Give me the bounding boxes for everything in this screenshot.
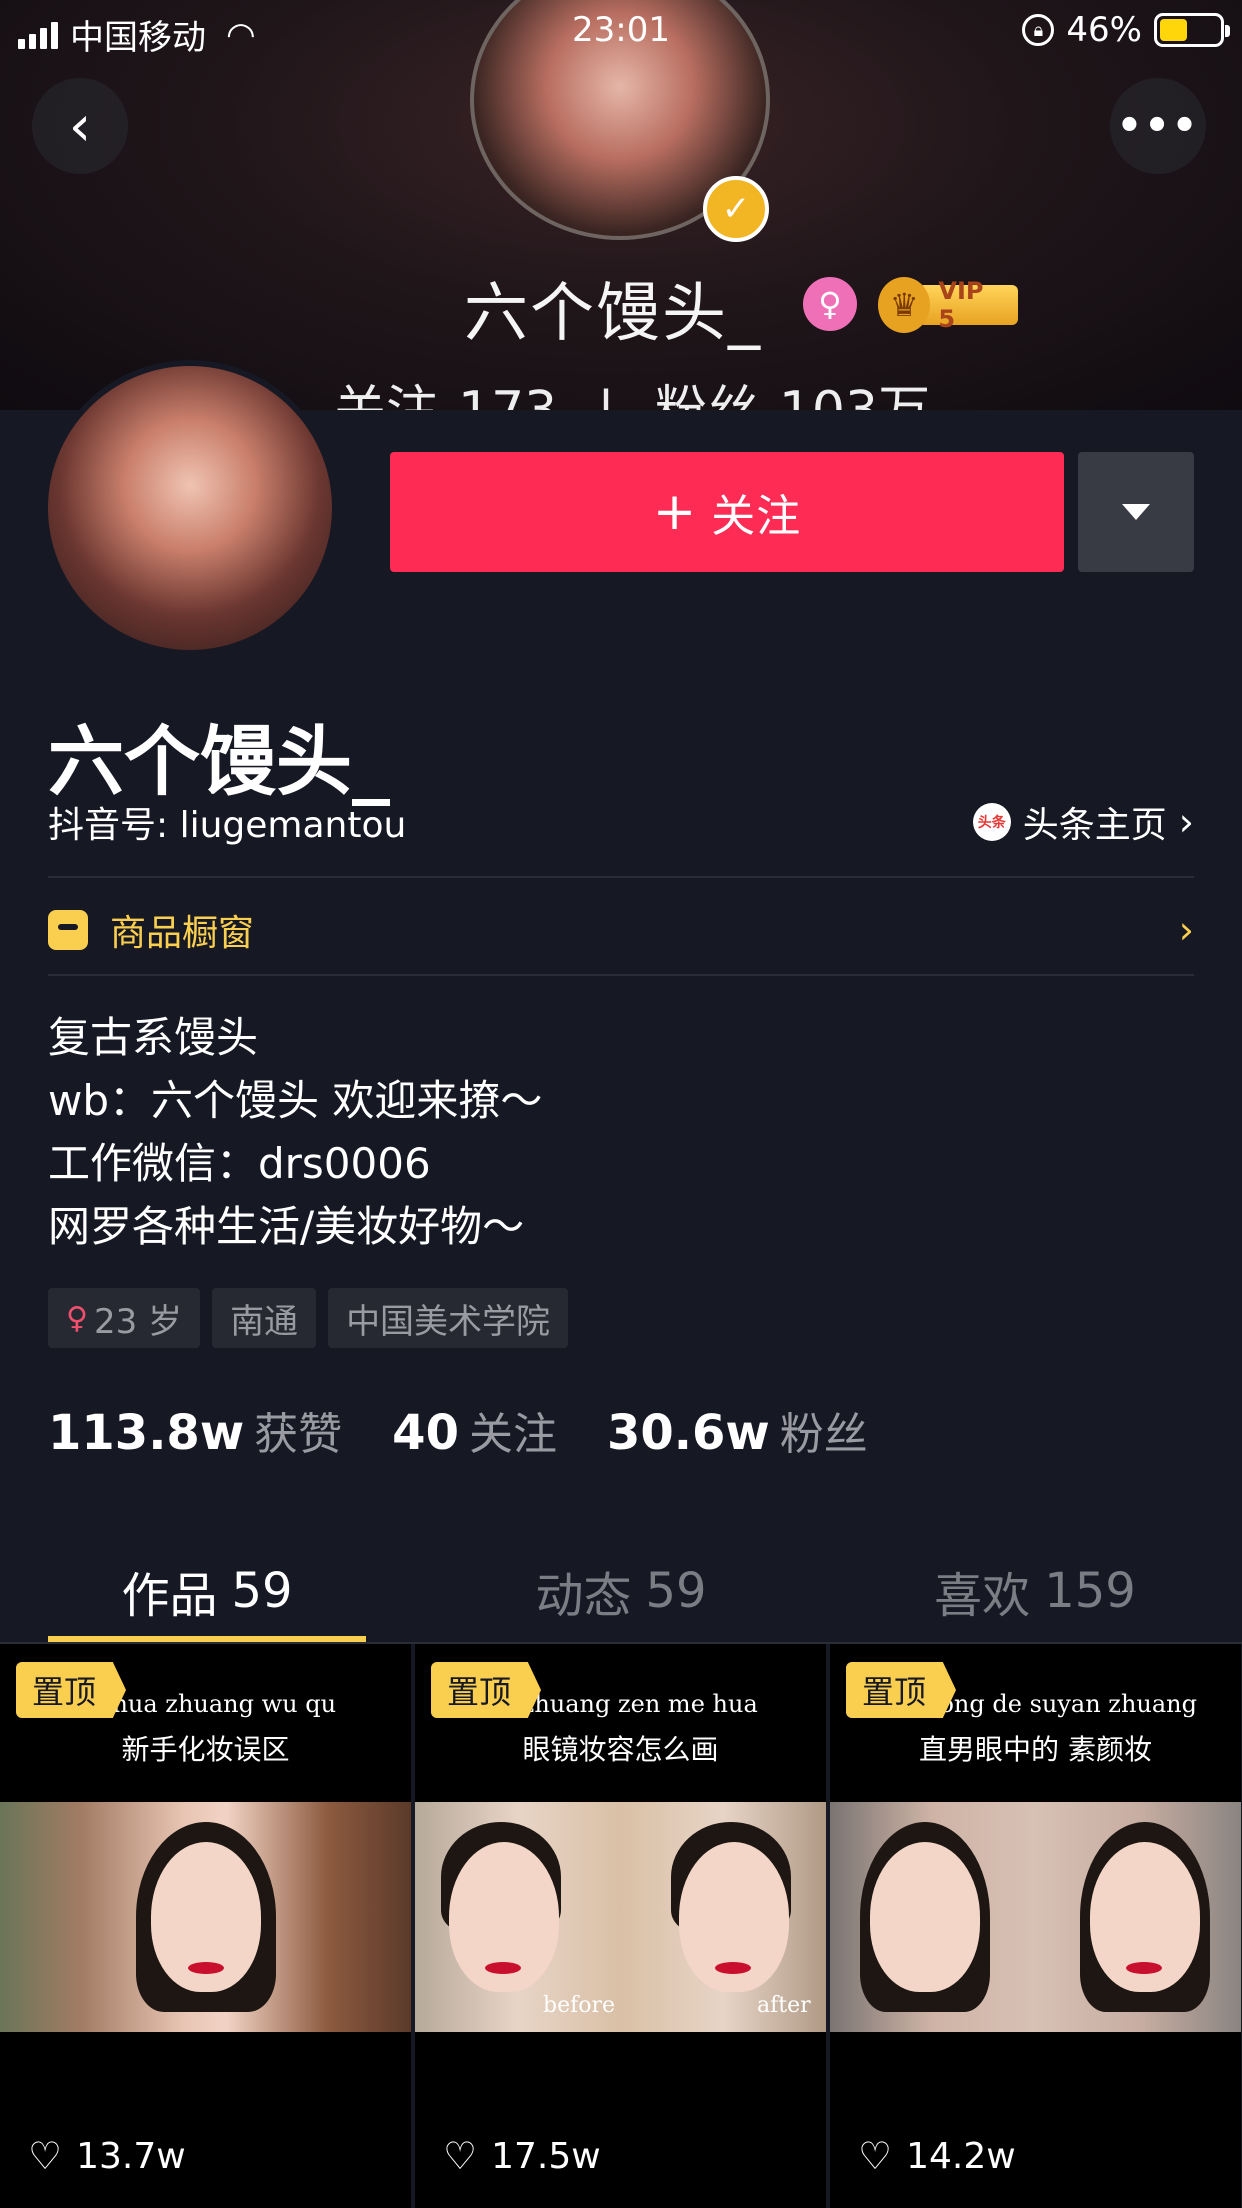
video-preview: before after <box>415 1802 826 2032</box>
tab-label: 作品 <box>121 1568 218 1624</box>
chevron-right-icon: › <box>1178 908 1194 952</box>
tag-label: 中国美术学院 <box>346 1301 551 1342</box>
pinned-badge: 置顶 <box>431 1662 542 1718</box>
tab-likes[interactable]: 喜欢 159 <box>828 1540 1242 1642</box>
more-icon: ••• <box>1116 103 1200 149</box>
bio-line: 网罗各种生活/美妆好物～ <box>48 1202 525 1251</box>
profile-name: 六个馒头_ <box>48 717 390 806</box>
likes-count: 113.8w <box>48 1405 245 1461</box>
banner-following-count: 173 <box>458 381 557 410</box>
video-preview <box>830 1802 1241 2032</box>
banner-stats: 关注173|粉丝103万 <box>334 368 930 410</box>
shop-window-link[interactable]: 商品橱窗 › <box>48 900 1194 960</box>
toutiao-homepage-link[interactable]: 头条 头条主页 › <box>972 796 1194 848</box>
banner-following-label: 关注 <box>334 381 438 410</box>
tab-activity[interactable]: 动态 59 <box>414 1540 828 1642</box>
divider <box>48 974 1194 976</box>
shop-label: 商品橱窗 <box>110 913 255 954</box>
likes-count: 14.2w <box>906 2135 1016 2177</box>
tag-location: 南通 <box>212 1288 317 1348</box>
recommend-dropdown-button[interactable] <box>1078 452 1194 572</box>
tag-label: 南通 <box>230 1301 299 1342</box>
video-caption: 直男眼中的 素颜妆 <box>919 1733 1152 1766</box>
back-icon: ‹ <box>68 93 92 159</box>
pinned-badge: 置顶 <box>846 1662 957 1718</box>
vip-badge: ♛ VIP 5 <box>878 277 1018 333</box>
battery-icon <box>1154 13 1230 47</box>
banner-name: 六个馒头_ <box>464 277 762 351</box>
douyin-id: 抖音号: liugemantou <box>48 805 407 846</box>
before-label: before <box>543 1993 616 2018</box>
tab-label: 动态 <box>535 1568 632 1624</box>
verified-icon: ✓ <box>703 176 769 242</box>
plus-icon: + <box>652 482 698 542</box>
content-tabs: 作品 59 动态 59 喜欢 159 <box>0 1540 1242 1642</box>
video-preview <box>0 1802 411 2032</box>
profile-counts: 113.8w 获赞 40 关注 30.6w 粉丝 <box>48 1398 918 1462</box>
follow-button[interactable]: + 关注 <box>390 452 1064 572</box>
tag-label: 23 岁 <box>93 1301 183 1342</box>
video-likes: ♡ 13.7w <box>28 2134 186 2178</box>
pinned-badge: 置顶 <box>16 1662 127 1718</box>
female-icon: ♀ <box>66 1300 88 1336</box>
divider <box>48 876 1194 878</box>
rotation-lock-icon: 🔒︎ <box>1022 14 1055 46</box>
heart-icon: ♡ <box>28 2134 63 2178</box>
crown-icon: ♛ <box>878 277 931 333</box>
battery-percent: 46% <box>1066 10 1142 50</box>
vip-label: VIP 5 <box>918 277 1018 333</box>
status-bar: 中国移动 ◠ 23:01 🔒︎ 46% <box>0 0 1242 60</box>
tab-count: 159 <box>1044 1563 1136 1619</box>
bio-line: 复古系馒头 <box>48 1013 259 1062</box>
follow-label: 关注 <box>711 491 802 542</box>
video-likes: ♡ 17.5w <box>443 2134 601 2178</box>
tab-count: 59 <box>231 1563 293 1619</box>
dropdown-icon <box>1122 504 1150 520</box>
likes-count: 13.7w <box>76 2135 186 2177</box>
video-caption: 眼镜妆容怎么画 <box>522 1733 719 1766</box>
profile-banner: ✓ 六个馒头_ ♀ ♛ VIP 5 关注173|粉丝103万 <box>0 0 1242 410</box>
shop-icon <box>48 910 88 950</box>
video-caption: 新手化妆误区 <box>121 1733 290 1766</box>
chevron-right-icon: › <box>1178 800 1194 844</box>
bio: 复古系馒头 wb：六个馒头 欢迎来撩～ 工作微信：drs0006 网罗各种生活/… <box>48 1006 542 1258</box>
female-icon: ♀ <box>803 277 857 331</box>
toutiao-icon: 头条 <box>972 803 1011 841</box>
likes-label: 获赞 <box>254 1409 343 1460</box>
following-label[interactable]: 关注 <box>469 1398 557 1462</box>
video-thumbnail[interactable]: an zhong de suyan zhuang 直男眼中的 素颜妆 置顶 ♡ … <box>830 1644 1241 2208</box>
likes-count: 17.5w <box>491 2135 601 2177</box>
more-button[interactable]: ••• <box>1110 78 1206 174</box>
banner-fans-label: 粉丝 <box>655 381 759 410</box>
video-likes: ♡ 14.2w <box>858 2134 1016 2178</box>
after-label: after <box>757 1993 811 2018</box>
tab-count: 59 <box>645 1563 707 1619</box>
fans-count[interactable]: 30.6w <box>607 1405 770 1461</box>
bio-line: 工作微信：drs0006 <box>48 1139 431 1188</box>
tag-school: 中国美术学院 <box>328 1288 569 1348</box>
following-count[interactable]: 40 <box>392 1405 459 1461</box>
video-thumbnail[interactable]: ou hua zhuang wu qu 新手化妆误区 置顶 ♡ 13.7w <box>0 1644 411 2208</box>
fans-label[interactable]: 粉丝 <box>780 1398 868 1462</box>
tab-label: 喜欢 <box>934 1568 1031 1624</box>
profile-tags: ♀ 23 岁 南通 中国美术学院 <box>48 1288 569 1348</box>
banner-fans-count: 103万 <box>779 381 930 410</box>
video-grid: ou hua zhuang wu qu 新手化妆误区 置顶 ♡ 13.7w ng… <box>0 1644 1242 2208</box>
back-button[interactable]: ‹ <box>32 78 128 174</box>
tag-age: ♀ 23 岁 <box>48 1288 201 1348</box>
heart-icon: ♡ <box>858 2134 893 2178</box>
avatar[interactable] <box>42 360 338 656</box>
video-thumbnail[interactable]: ng zhuang zen me hua 眼镜妆容怎么画 before afte… <box>415 1644 826 2208</box>
tab-works[interactable]: 作品 59 <box>0 1540 414 1642</box>
bio-line: wb：六个馒头 欢迎来撩～ <box>48 1076 543 1125</box>
heart-icon: ♡ <box>443 2134 478 2178</box>
toutiao-label: 头条主页 <box>1022 805 1167 846</box>
